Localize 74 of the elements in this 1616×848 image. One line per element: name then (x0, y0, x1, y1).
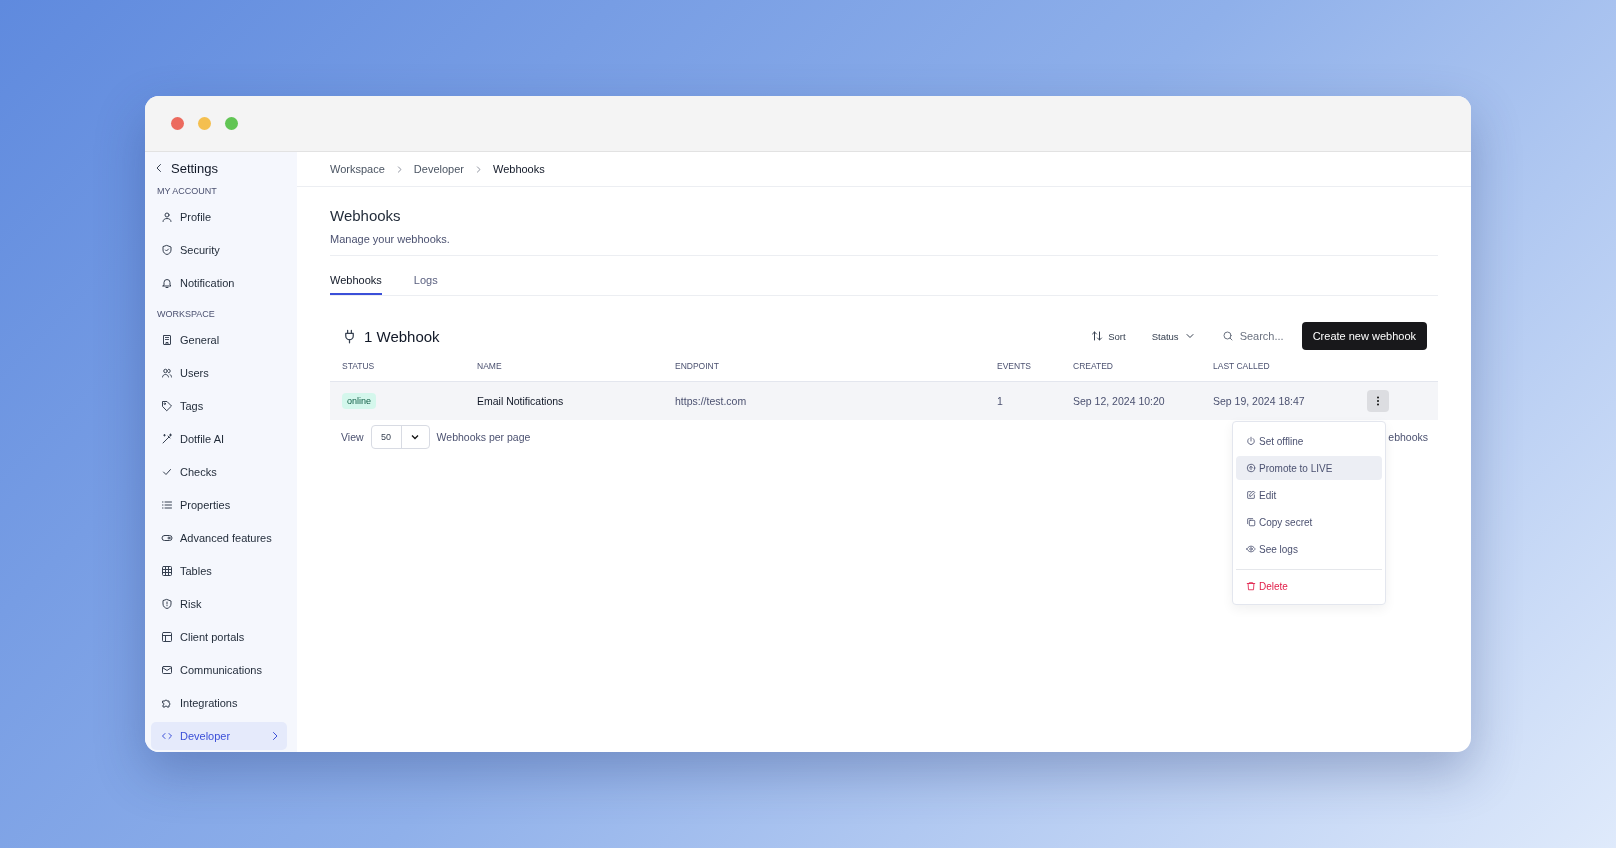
power-icon (1246, 436, 1256, 446)
sidebar-item[interactable]: Tags (151, 392, 287, 420)
bell-icon (161, 277, 173, 289)
page-title: Webhooks (330, 207, 402, 224)
layout-icon (161, 631, 173, 643)
mail-icon (161, 664, 173, 676)
table-cell: https://test.com (675, 395, 747, 407)
sidebar-item[interactable]: Client portals (151, 623, 287, 651)
page-size-select[interactable]: 50 (370, 425, 430, 449)
close-button[interactable] (171, 117, 184, 130)
menu-item[interactable]: Set offline (1236, 429, 1382, 453)
page-subtitle: Manage your webhooks. (330, 233, 1438, 256)
table-cell: Sep 12, 2024 10:20 (1073, 395, 1165, 407)
sidebar-item[interactable]: General (151, 326, 287, 354)
breadcrumb-link[interactable]: Webhooks (492, 163, 545, 175)
per-page-label: Webhooks per page (436, 431, 531, 443)
webhook-count: 1 Webhook (364, 327, 440, 345)
breadcrumb-link[interactable]: Developer (413, 163, 464, 175)
plug-icon (342, 328, 357, 344)
wand-icon (161, 433, 173, 445)
table-cell: Email Notifications (477, 395, 564, 407)
table-cell: 1 (997, 395, 1003, 407)
sidebar-item[interactable]: Integrations (151, 689, 287, 717)
back-link[interactable]: Settings (151, 152, 287, 184)
search-icon (1221, 330, 1234, 342)
sidebar-item[interactable]: Properties (151, 491, 287, 519)
shield-icon (161, 244, 173, 256)
pencil-icon (1246, 490, 1256, 500)
section-label: WORKSPACE (156, 308, 216, 321)
tab[interactable]: Logs (413, 270, 438, 295)
list-icon (161, 499, 173, 511)
sidebar-item[interactable]: Notification (151, 269, 287, 297)
sidebar-item[interactable]: Users (151, 359, 287, 387)
view-label: View (341, 431, 364, 443)
minimize-button[interactable] (198, 117, 211, 130)
sidebar-item[interactable]: Checks (151, 458, 287, 486)
more-button[interactable] (1367, 390, 1389, 412)
copy-icon (1246, 517, 1256, 527)
breadcrumb-link[interactable]: Workspace (330, 163, 385, 175)
tag-icon (161, 400, 173, 412)
table-cell: Sep 19, 2024 18:47 (1213, 395, 1305, 407)
sort-button[interactable]: Sort (1091, 330, 1126, 342)
check-icon (161, 466, 173, 478)
sidebar-item[interactable]: Risk (151, 590, 287, 618)
search-field[interactable]: Search... (1221, 330, 1284, 342)
menu-item[interactable]: Edit (1236, 483, 1382, 507)
status-filter[interactable]: Status (1151, 330, 1196, 342)
total-label: ebhooks (1388, 431, 1428, 443)
code-icon (161, 730, 173, 742)
menu-item[interactable]: Delete (1236, 574, 1382, 598)
menu-item[interactable]: Promote to LIVE (1236, 456, 1382, 480)
toggle-icon (161, 532, 173, 544)
menu-item[interactable]: See logs (1236, 537, 1382, 561)
sidebar-item[interactable]: Profile (151, 203, 287, 231)
shield-icon (161, 598, 173, 610)
maximize-button[interactable] (225, 117, 238, 130)
status-badge: online (342, 393, 377, 409)
sidebar-item[interactable]: Communications (151, 656, 287, 684)
sidebar-item[interactable]: Tables (151, 557, 287, 585)
sidebar-item[interactable]: Developer (151, 722, 287, 750)
section-label: MY ACCOUNT (156, 185, 218, 198)
sidebar-item[interactable]: Advanced features (151, 524, 287, 552)
sidebar-item[interactable]: Dotfile AI (151, 425, 287, 453)
tab[interactable]: Webhooks (330, 270, 382, 295)
person-icon (161, 211, 173, 223)
eye-icon (1246, 544, 1256, 554)
table-icon (161, 565, 173, 577)
menu-item[interactable]: Copy secret (1236, 510, 1382, 534)
sidebar-item[interactable]: Security (151, 236, 287, 264)
people-icon (161, 367, 173, 379)
arrow-up-circle-icon (1246, 463, 1256, 473)
create-webhook-button[interactable]: Create new webhook (1301, 322, 1427, 350)
trash-icon (1246, 581, 1256, 591)
sort-arrows-icon (1091, 330, 1104, 342)
